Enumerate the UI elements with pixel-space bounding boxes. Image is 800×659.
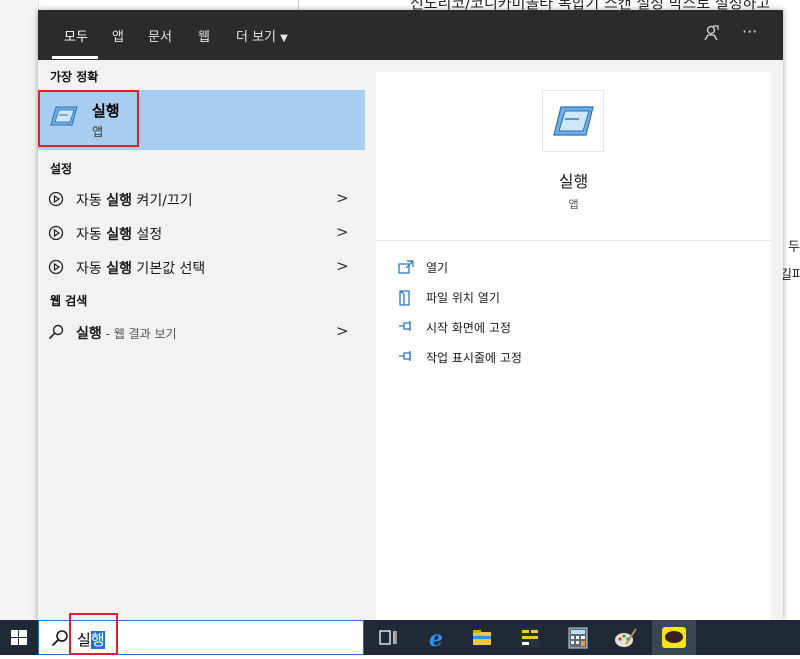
windows-logo-icon	[11, 630, 27, 645]
detail-title: 실행	[558, 172, 589, 191]
search-topbar: 모두 앱 문서 웹 더 보기 ▼ ···	[38, 10, 783, 60]
feedback-icon[interactable]	[702, 24, 720, 46]
file-explorer-icon	[473, 630, 491, 645]
chevron-right-icon: >	[336, 322, 349, 340]
results-list: 가장 정확 실행 앱 설정 자동 실행 켜기/끄기 > 자동 실행 설정 > 자…	[38, 60, 365, 620]
taskbar: 실행 e	[0, 613, 800, 655]
autoplay-icon	[48, 225, 64, 245]
tab-web[interactable]: 웹	[198, 26, 210, 45]
calculator-icon	[568, 627, 588, 649]
settings-item-label: 자동 실행 기본값 선택	[76, 261, 206, 277]
more-icon[interactable]: ···	[742, 22, 757, 41]
background-divider	[298, 0, 299, 10]
caret-down-icon: ▼	[280, 33, 288, 44]
tab-documents[interactable]: 문서	[148, 26, 172, 45]
custom-app-icon	[520, 628, 540, 647]
background-side-text: 길파	[780, 268, 800, 283]
start-button[interactable]	[0, 620, 38, 655]
tab-apps[interactable]: 앱	[112, 26, 124, 45]
chevron-right-icon: >	[336, 257, 349, 275]
detail-pane: 실행 앱 열기 파일 위치 열기 시작 화면에 고정 작업 표시줄에 고정	[376, 72, 771, 620]
annotation-highlight-box	[38, 90, 139, 147]
custom-app-button[interactable]	[508, 620, 552, 655]
active-tab-underline	[52, 56, 98, 59]
action-open-label: 열기	[426, 261, 449, 275]
task-view-button[interactable]	[366, 620, 410, 655]
action-pin-to-taskbar-label: 작업 표시줄에 고정	[426, 351, 522, 365]
background-side-text: 두	[788, 240, 800, 255]
taskbar-search-box[interactable]: 실행	[38, 613, 364, 655]
search-icon	[48, 324, 64, 344]
settings-item-autoplay-toggle[interactable]: 자동 실행 켜기/끄기 >	[38, 183, 365, 215]
file-location-icon	[398, 290, 412, 310]
svg-text:e: e	[429, 626, 443, 652]
open-icon	[398, 260, 414, 278]
pin-icon	[398, 320, 414, 336]
tab-more[interactable]: 더 보기 ▼	[236, 26, 288, 45]
chevron-right-icon: >	[336, 189, 349, 207]
autoplay-icon	[48, 191, 64, 211]
background-left-pane	[0, 0, 39, 620]
run-app-large-icon	[542, 90, 604, 152]
kakaotalk-icon	[662, 627, 686, 648]
settings-item-autoplay-defaults[interactable]: 자동 실행 기본값 선택 >	[38, 251, 365, 283]
settings-item-autoplay-settings[interactable]: 자동 실행 설정 >	[38, 217, 365, 249]
edge-icon: e	[429, 626, 443, 652]
task-view-icon	[379, 630, 397, 645]
action-open-file-location-label: 파일 위치 열기	[426, 291, 500, 305]
detail-divider	[376, 240, 771, 241]
chevron-right-icon: >	[336, 223, 349, 241]
search-icon	[51, 629, 69, 651]
settings-item-label: 자동 실행 설정	[76, 227, 163, 243]
autoplay-icon	[48, 259, 64, 279]
section-settings: 설정	[50, 162, 73, 176]
kakaotalk-button[interactable]	[652, 620, 696, 655]
annotation-highlight-box	[69, 613, 118, 655]
section-best-match: 가장 정확	[50, 70, 99, 84]
section-web-search: 웹 검색	[50, 294, 88, 308]
search-panel: 모두 앱 문서 웹 더 보기 ▼ ··· 가장 정확 실행 앱 설정 자동 실행…	[38, 10, 783, 620]
paint-icon	[615, 628, 637, 647]
pin-icon	[398, 350, 414, 366]
settings-item-label: 자동 실행 켜기/끄기	[76, 193, 193, 209]
edge-button[interactable]: e	[414, 620, 458, 655]
file-explorer-button[interactable]	[460, 620, 504, 655]
tab-all[interactable]: 모두	[64, 26, 88, 45]
action-pin-to-start-label: 시작 화면에 고정	[426, 321, 511, 335]
tab-more-label: 더 보기	[236, 30, 277, 45]
web-search-label: 실행 - 웹 결과 보기	[76, 326, 177, 342]
detail-type: 앱	[568, 198, 579, 211]
calculator-button[interactable]	[556, 620, 600, 655]
web-search-item[interactable]: 실행 - 웹 결과 보기 >	[38, 316, 365, 348]
paint-button[interactable]	[604, 620, 648, 655]
